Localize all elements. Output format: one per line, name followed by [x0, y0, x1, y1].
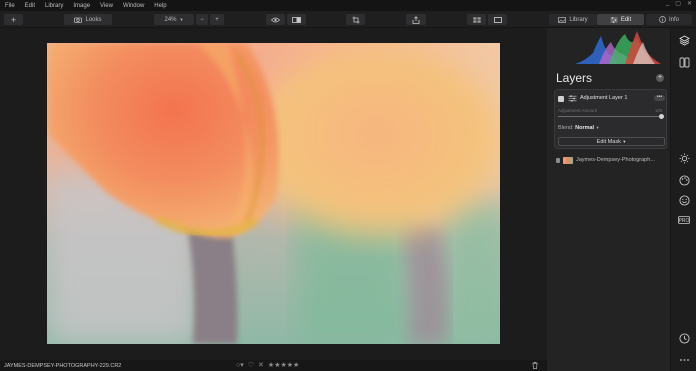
layer-visibility-checkbox[interactable]	[558, 96, 564, 102]
single-view-button[interactable]	[488, 14, 507, 25]
rating-bar: ○▾ ♡ ✕ ★★★★★	[236, 361, 299, 369]
file-name: JAYMES-DEMPSEY-PHOTOGRAPHY-229.CR2	[4, 362, 122, 369]
blend-value: Normal	[575, 125, 595, 131]
tab-edit[interactable]: Edit	[597, 14, 644, 25]
photo-layer-thumbnail	[563, 156, 573, 164]
add-button[interactable]: +	[4, 14, 23, 25]
presets-icon[interactable]	[678, 56, 690, 68]
looks-label: Looks	[85, 16, 102, 23]
more-icon[interactable]	[678, 354, 690, 366]
export-icon	[412, 15, 420, 24]
adjustment-amount-value: 100	[655, 108, 663, 113]
sun-icon[interactable]	[678, 152, 690, 164]
adjustment-amount-slider[interactable]	[558, 116, 661, 117]
image-canvas[interactable]	[0, 28, 547, 360]
looks-icon	[74, 17, 83, 23]
zoom-select[interactable]: 24% ▼	[154, 14, 194, 25]
library-icon	[558, 16, 567, 23]
palette-icon[interactable]	[678, 174, 690, 186]
photo-preview[interactable]	[47, 43, 500, 344]
lock-icon	[556, 157, 560, 163]
chevron-down-icon: ▼	[622, 139, 627, 144]
photo-layer-row[interactable]: Jaymes-Dempsey-Photograph...	[556, 156, 655, 164]
menu-view[interactable]: View	[95, 3, 118, 9]
svg-text:PRO: PRO	[679, 218, 690, 224]
zoom-in-button[interactable]: +	[210, 14, 224, 25]
window-controls: _ ▢ ✕	[666, 0, 692, 7]
close-button[interactable]: ✕	[687, 0, 692, 7]
chevron-down-icon: ▼	[179, 17, 184, 22]
zoom-out-button[interactable]: −	[196, 14, 208, 25]
histogram	[575, 31, 661, 64]
face-icon[interactable]	[678, 194, 690, 206]
minimize-button[interactable]: _	[666, 0, 669, 7]
compare-icon	[292, 16, 301, 23]
edit-panel: Layers + Adjustment Layer 1 ••• Adjustme…	[547, 28, 670, 371]
layers-icon[interactable]	[678, 34, 690, 46]
status-bar: JAYMES-DEMPSEY-PHOTOGRAPHY-229.CR2 ○▾ ♡ …	[0, 360, 547, 371]
chevron-down-icon: ▼	[595, 125, 600, 130]
grid-view-icon	[472, 16, 481, 23]
compare-button[interactable]	[287, 14, 306, 25]
library-tab-label: Library	[569, 16, 588, 23]
export-button[interactable]	[406, 14, 426, 25]
reject-icon[interactable]: ✕	[258, 361, 264, 369]
info-icon	[659, 16, 666, 23]
color-label-icon[interactable]: ○▾	[236, 361, 244, 369]
tool-icon-bar: PRO	[670, 28, 696, 371]
preview-button[interactable]	[266, 14, 285, 25]
menu-help[interactable]: Help	[149, 3, 171, 9]
blend-mode-select[interactable]: Blend: Normal ▼	[558, 125, 600, 131]
history-icon[interactable]	[678, 332, 690, 344]
menu-image[interactable]: Image	[68, 3, 95, 9]
star-rating[interactable]: ★★★★★	[268, 361, 299, 369]
edit-mask-label: Edit Mask	[596, 139, 621, 145]
tulip-photo	[47, 43, 500, 344]
eye-icon	[271, 17, 280, 22]
blend-label: Blend:	[558, 125, 574, 131]
info-tab-label: Info	[668, 16, 679, 23]
layers-title: Layers	[556, 71, 593, 85]
edit-mask-button[interactable]: Edit Mask ▼	[558, 137, 665, 146]
menu-edit[interactable]: Edit	[20, 3, 40, 9]
trash-icon[interactable]	[532, 361, 538, 371]
adjustment-layer-icon	[568, 95, 577, 102]
grid-view-button[interactable]	[467, 14, 486, 25]
menu-library[interactable]: Library	[40, 3, 68, 9]
plus-icon: +	[10, 14, 17, 25]
adjustment-amount-label: Adjustment Amount	[558, 108, 598, 113]
looks-button[interactable]: Looks	[64, 14, 112, 25]
pro-icon[interactable]: PRO	[678, 214, 690, 226]
add-layer-button[interactable]: +	[656, 74, 664, 82]
menu-bar: File Edit Library Image View Window Help…	[0, 0, 696, 11]
minus-icon: −	[200, 16, 204, 23]
zoom-value: 24%	[164, 16, 177, 23]
adjustment-layer-card[interactable]: Adjustment Layer 1 ••• Adjustment Amount…	[554, 89, 667, 149]
single-view-icon	[493, 16, 502, 23]
edit-sliders-icon	[610, 16, 618, 23]
heart-icon[interactable]: ♡	[248, 361, 254, 369]
plus-icon: +	[215, 16, 219, 23]
menu-window[interactable]: Window	[118, 3, 149, 9]
tab-library[interactable]: Library	[549, 14, 597, 25]
menu-file[interactable]: File	[0, 3, 20, 9]
star-icon[interactable]: ★	[293, 362, 299, 369]
maximize-button[interactable]: ▢	[675, 0, 681, 7]
photo-layer-name: Jaymes-Dempsey-Photograph...	[576, 157, 655, 163]
edit-tab-label: Edit	[620, 16, 632, 23]
toolbar: + Looks 24% ▼ − + Library Edit Info	[0, 11, 696, 28]
adjustment-layer-name[interactable]: Adjustment Layer 1	[580, 95, 627, 101]
slider-knob[interactable]	[659, 114, 664, 119]
crop-icon	[352, 16, 359, 23]
tab-info[interactable]: Info	[646, 14, 692, 25]
layer-more-button[interactable]: •••	[654, 95, 665, 101]
crop-button[interactable]	[346, 14, 365, 25]
